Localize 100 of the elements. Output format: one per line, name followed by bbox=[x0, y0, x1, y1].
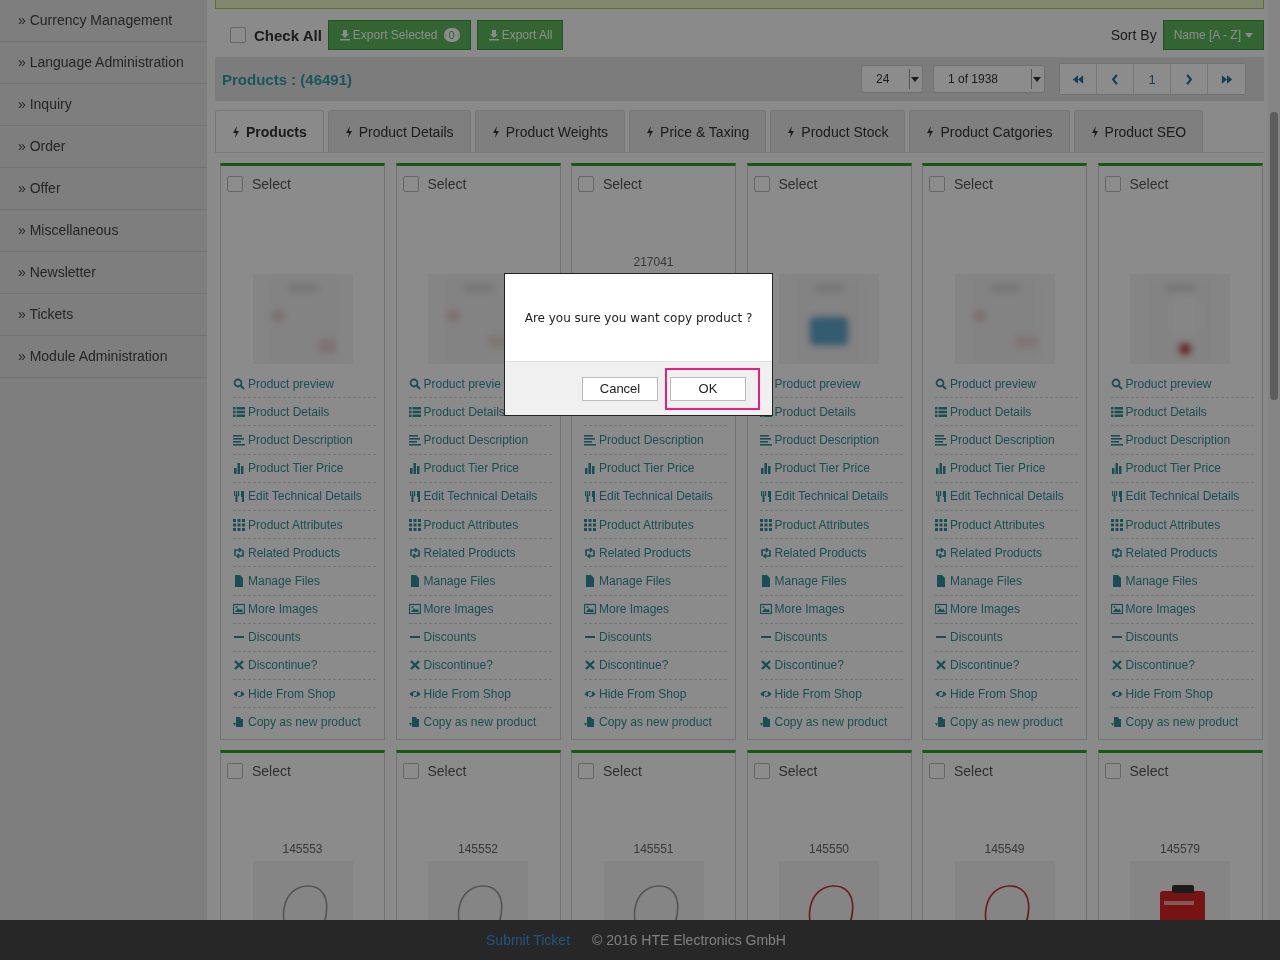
checkbox[interactable] bbox=[230, 27, 246, 43]
card-action-link[interactable]: More Images bbox=[1110, 602, 1196, 617]
card-action-link[interactable]: Product Attributes bbox=[408, 517, 519, 532]
card-action-link[interactable]: Manage Files bbox=[1110, 573, 1198, 588]
card-action-link[interactable]: Product Description bbox=[584, 432, 704, 447]
page-select[interactable]: 1 of 1938 bbox=[933, 65, 1045, 93]
card-action-link[interactable]: Hide From Shop bbox=[1110, 686, 1213, 701]
card-action-link[interactable]: Product previe bbox=[408, 376, 501, 391]
card-action-link[interactable]: Discounts bbox=[1110, 630, 1179, 645]
card-action-link[interactable]: Discontinue? bbox=[584, 658, 669, 673]
card-action-link[interactable]: Product Description bbox=[935, 432, 1055, 447]
card-action-link[interactable]: Discounts bbox=[935, 630, 1003, 645]
card-action-link[interactable]: Related Products bbox=[408, 545, 516, 560]
card-action-link[interactable]: Copy as new product bbox=[408, 714, 537, 729]
card-action-link[interactable]: Discontinue? bbox=[759, 658, 844, 673]
checkbox[interactable] bbox=[227, 176, 243, 192]
dialog-button[interactable]: OK bbox=[670, 376, 746, 401]
card-action-link[interactable]: Product Tier Price bbox=[408, 461, 519, 476]
card-action-link[interactable]: Copy as new product bbox=[233, 714, 361, 729]
card-action-link[interactable]: Hide From Shop bbox=[233, 686, 336, 701]
card-action-link[interactable]: Product Description bbox=[233, 432, 353, 447]
sidebar-item[interactable]: » Order bbox=[0, 126, 207, 168]
card-action-link[interactable]: Related Products bbox=[1110, 545, 1218, 560]
card-action-link[interactable]: Hide From Shop bbox=[759, 686, 862, 701]
card-action-link[interactable]: Product Details bbox=[408, 404, 505, 419]
submit-ticket-link[interactable]: Submit Ticket bbox=[486, 932, 571, 948]
card-action-link[interactable]: Product Attributes bbox=[1110, 517, 1221, 532]
card-action-link[interactable]: Product Description bbox=[1110, 432, 1231, 447]
per-page-select[interactable]: 24 bbox=[861, 65, 923, 93]
card-action-link[interactable]: Product Attributes bbox=[759, 517, 870, 532]
card-action-link[interactable]: Edit Technical Details bbox=[233, 489, 362, 504]
card-action-link[interactable]: Related Products bbox=[233, 545, 341, 560]
checkbox[interactable] bbox=[1104, 176, 1121, 192]
tab[interactable]: Product Details bbox=[327, 110, 471, 152]
checkbox[interactable] bbox=[402, 176, 419, 192]
card-action-link[interactable]: Product preview bbox=[935, 376, 1037, 391]
checkbox[interactable] bbox=[929, 763, 945, 780]
first-page-button[interactable] bbox=[1060, 64, 1097, 94]
sidebar-item[interactable]: » Tickets bbox=[0, 294, 207, 336]
card-action-link[interactable]: Product Tier Price bbox=[1110, 461, 1221, 476]
card-action-link[interactable]: Copy as new product bbox=[584, 714, 712, 729]
card-action-link[interactable]: Discontinue? bbox=[408, 658, 493, 673]
card-action-link[interactable]: More Images bbox=[408, 602, 494, 617]
card-action-link[interactable]: Edit Technical Details bbox=[584, 489, 713, 504]
card-action-link[interactable]: Product Attributes bbox=[584, 517, 694, 532]
card-action-link[interactable]: Discontinue? bbox=[1110, 658, 1195, 673]
card-action-link[interactable]: Manage Files bbox=[408, 573, 496, 588]
sort-dropdown[interactable]: Name [A - Z] bbox=[1162, 20, 1264, 50]
sidebar-item[interactable]: » Language Administration bbox=[0, 42, 207, 84]
card-action-link[interactable]: Product preview bbox=[233, 376, 335, 391]
card-action-link[interactable]: Discounts bbox=[408, 630, 477, 645]
card-action-link[interactable]: Hide From Shop bbox=[935, 686, 1038, 701]
checkbox[interactable] bbox=[1104, 763, 1121, 780]
sidebar-item[interactable]: » Offer bbox=[0, 168, 207, 210]
card-action-link[interactable]: Product Tier Price bbox=[759, 461, 870, 476]
tab[interactable]: Products bbox=[215, 110, 324, 152]
checkbox[interactable] bbox=[753, 176, 770, 192]
card-action-link[interactable]: Discounts bbox=[233, 630, 301, 645]
tab[interactable]: Price & Taxing bbox=[629, 110, 767, 152]
card-action-link[interactable]: Hide From Shop bbox=[408, 686, 511, 701]
card-action-link[interactable]: Copy as new product bbox=[935, 714, 1063, 729]
card-action-link[interactable]: Product Details bbox=[935, 404, 1032, 419]
tab[interactable]: Product Catgories bbox=[909, 110, 1070, 152]
card-action-link[interactable]: Discounts bbox=[584, 630, 652, 645]
card-action-link[interactable]: Product Tier Price bbox=[584, 461, 695, 476]
card-action-link[interactable]: Product Tier Price bbox=[233, 461, 344, 476]
card-action-link[interactable]: Discounts bbox=[759, 630, 828, 645]
card-action-link[interactable]: Manage Files bbox=[759, 573, 847, 588]
card-action-link[interactable]: Manage Files bbox=[935, 573, 1023, 588]
sidebar-item[interactable]: » Currency Management bbox=[0, 0, 207, 42]
card-action-link[interactable]: Copy as new product bbox=[759, 714, 888, 729]
card-action-link[interactable]: Related Products bbox=[584, 545, 692, 560]
sidebar-item[interactable]: » Newsletter bbox=[0, 252, 207, 294]
scrollbar-thumb[interactable] bbox=[1270, 112, 1278, 400]
checkbox[interactable] bbox=[753, 763, 770, 780]
card-action-link[interactable]: Copy as new product bbox=[1110, 714, 1239, 729]
tab[interactable]: Product Weights bbox=[474, 110, 626, 152]
card-action-link[interactable]: Edit Technical Details bbox=[408, 489, 538, 504]
card-action-link[interactable]: Related Products bbox=[759, 545, 867, 560]
card-action-link[interactable]: Product preview bbox=[1110, 376, 1212, 391]
card-action-link[interactable]: More Images bbox=[759, 602, 845, 617]
card-action-link[interactable]: Hide From Shop bbox=[584, 686, 687, 701]
card-action-link[interactable]: Manage Files bbox=[233, 573, 321, 588]
card-action-link[interactable]: Discontinue? bbox=[233, 658, 318, 673]
card-action-link[interactable]: Manage Files bbox=[584, 573, 672, 588]
scrollbar[interactable] bbox=[1268, 0, 1280, 920]
card-action-link[interactable]: Related Products bbox=[935, 545, 1043, 560]
tab[interactable]: Product Stock bbox=[770, 110, 906, 152]
card-action-link[interactable]: Product Attributes bbox=[935, 517, 1045, 532]
export-all-button[interactable]: Export All bbox=[476, 20, 564, 50]
checkbox[interactable] bbox=[578, 763, 594, 780]
card-action-link[interactable]: Product Tier Price bbox=[935, 461, 1046, 476]
card-action-link[interactable]: More Images bbox=[935, 602, 1021, 617]
checkbox[interactable] bbox=[578, 176, 594, 192]
card-action-link[interactable]: Edit Technical Details bbox=[759, 489, 889, 504]
tab[interactable]: Product SEO bbox=[1073, 110, 1204, 152]
checkbox[interactable] bbox=[227, 763, 243, 780]
card-action-link[interactable]: More Images bbox=[233, 602, 319, 617]
sidebar-item[interactable]: » Inquiry bbox=[0, 84, 207, 126]
checkbox[interactable] bbox=[402, 763, 419, 780]
